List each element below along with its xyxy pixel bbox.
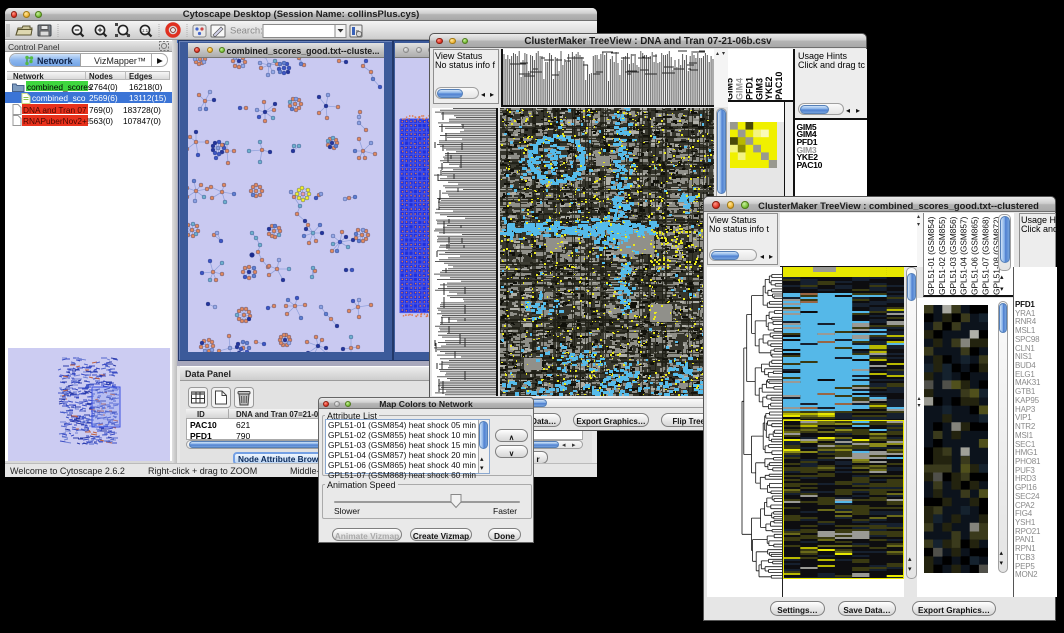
svg-text:GPL51-07 (GSM868): GPL51-07 (GSM868) [981, 216, 991, 295]
svg-text:1:1: 1:1 [142, 28, 149, 33]
svg-text:PFD1: PFD1 [744, 77, 754, 100]
svg-text:YKE2: YKE2 [764, 76, 774, 100]
svg-text:GPL51-04 (GSM857): GPL51-04 (GSM857) [959, 216, 969, 295]
svg-text:GIM4: GIM4 [734, 78, 744, 100]
svg-text:GPL51-01 (GSM854): GPL51-01 (GSM854) [926, 216, 936, 295]
svg-text:Search:: Search: [230, 26, 263, 37]
svg-text:PAC10: PAC10 [774, 72, 784, 100]
svg-text:GIM3: GIM3 [754, 78, 764, 100]
svg-text:GPL51-03 (GSM856): GPL51-03 (GSM856) [948, 216, 958, 295]
svg-text:GPL51-02 (GSM855): GPL51-02 (GSM855) [937, 216, 947, 295]
svg-text:GPL51-06 (GSM865): GPL51-06 (GSM865) [970, 216, 980, 295]
